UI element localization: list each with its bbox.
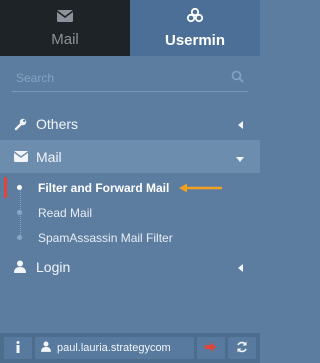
logout-button[interactable] [197,337,225,359]
submenu-item-spamassassin-label: SpamAssassin Mail Filter [38,230,173,245]
top-tabs: Mail Usermin [0,0,260,56]
user-icon [41,341,51,355]
info-icon [15,340,21,356]
submenu-item-filter-forward[interactable]: Filter and Forward Mail [0,175,260,200]
menu-item-others-label: Others [36,115,79,132]
submenu-item-read-mail[interactable]: Read Mail [0,200,260,225]
bullet-dot [17,185,22,190]
arrow-left-icon [179,183,223,193]
bullet-dot [17,235,22,240]
mail-submenu: Filter and Forward Mail Read Mail SpamAs… [0,173,260,250]
user-icon [14,260,32,273]
menu-item-mail[interactable]: Mail [0,140,260,173]
user-button[interactable]: paul.lauria.strategycom [35,337,194,359]
bullet-dot [17,210,22,215]
info-button[interactable] [4,337,32,359]
usermin-logo-icon [186,7,204,28]
search-box [12,67,248,92]
envelope-icon [56,9,74,27]
sidebar-menu: Others Mail Filter and Forward Mail Read… [0,107,260,283]
submenu-item-spamassassin[interactable]: SpamAssassin Mail Filter [0,225,260,250]
tab-usermin-label: Usermin [164,32,226,49]
tab-usermin[interactable]: Usermin [130,0,260,56]
wrench-icon [14,117,32,131]
caret-left-icon [238,116,244,132]
submenu-item-filter-forward-label: Filter and Forward Mail [38,180,170,195]
tab-mail[interactable]: Mail [0,0,130,56]
search-icon[interactable] [231,70,244,88]
active-marker [4,177,7,198]
bottom-toolbar: paul.lauria.strategycom [0,333,260,363]
menu-item-login[interactable]: Login [0,250,260,283]
menu-item-mail-label: Mail [36,148,62,165]
menu-item-login-label: Login [36,258,71,275]
caret-down-icon [236,149,244,165]
menu-item-others[interactable]: Others [0,107,260,140]
search-input[interactable] [12,67,248,89]
tab-mail-label: Mail [51,30,79,48]
submenu-item-read-mail-label: Read Mail [38,205,93,220]
refresh-button[interactable] [228,337,256,359]
caret-left-icon [238,259,244,275]
refresh-icon [236,341,248,356]
username-label: paul.lauria.strategycom [57,342,171,354]
envelope-icon [14,151,32,162]
logout-icon [205,341,217,355]
